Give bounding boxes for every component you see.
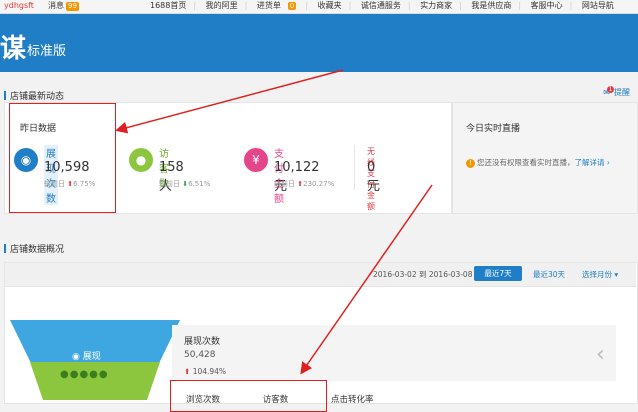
annotation-arrow-2 bbox=[300, 184, 433, 375]
annotation-arrows bbox=[115, 69, 433, 375]
annotation-arrow-1 bbox=[115, 69, 344, 134]
